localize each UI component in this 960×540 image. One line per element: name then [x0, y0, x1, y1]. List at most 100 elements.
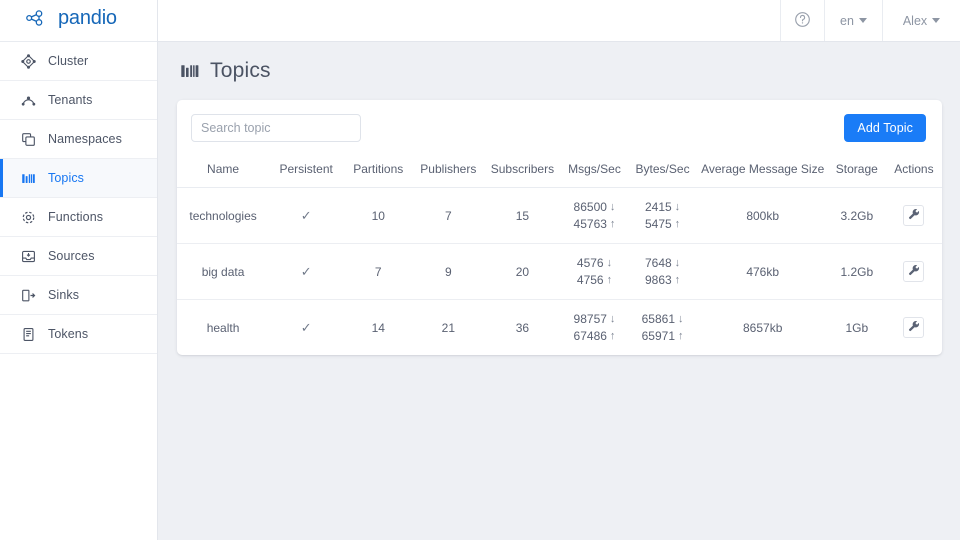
arrow-down-icon: ↓: [678, 312, 684, 325]
table-row[interactable]: big data ✓ 7 9 20 4576 ↓ 4756 ↑ 7648 ↓ 9…: [177, 243, 942, 300]
check-icon: ✓: [300, 207, 312, 223]
sidebar-item-cluster[interactable]: Cluster: [0, 42, 157, 81]
column-header-bytes-sec: Bytes/Sec: [627, 156, 698, 188]
msgs-in: 86500 ↓: [573, 200, 616, 214]
msgs-out: 4756 ↑: [576, 273, 613, 287]
sidebar-item-label: Cluster: [48, 54, 89, 68]
bytes-in: 2415 ↓: [644, 200, 681, 214]
pandio-node-graph-logo-icon: [26, 10, 52, 31]
cluster-icon: [20, 53, 37, 70]
column-header-name: Name: [177, 156, 270, 188]
row-settings-button[interactable]: [903, 261, 925, 282]
cell-bytes-sec: 7648 ↓ 9863 ↑: [627, 243, 698, 300]
cell-name: big data: [177, 243, 270, 300]
chevron-down-icon: [932, 18, 941, 23]
arrow-up-icon: ↑: [609, 217, 616, 230]
app-root: pandio Cluster Tenants Namespaces Topics…: [0, 0, 960, 540]
wrench-icon: [908, 264, 920, 279]
bytes-out: 65971 ↑: [641, 329, 684, 343]
arrow-up-icon: ↑: [678, 329, 684, 342]
row-settings-button[interactable]: [903, 317, 925, 338]
cell-publishers: 21: [441, 320, 455, 335]
tokens-icon: [20, 326, 37, 343]
sidebar-item-sources[interactable]: Sources: [0, 237, 157, 276]
search-input[interactable]: [191, 114, 361, 142]
add-topic-button[interactable]: Add Topic: [844, 114, 926, 142]
check-icon: ✓: [300, 263, 312, 279]
user-name: Alex: [902, 13, 928, 28]
table-row[interactable]: technologies ✓ 10 7 15 86500 ↓ 45763 ↑ 2…: [177, 187, 942, 244]
topbar: en Alex: [158, 0, 960, 42]
cell-actions: [886, 300, 942, 356]
language-value: en: [840, 13, 854, 28]
sidebar-item-label: Tokens: [48, 327, 89, 341]
sidebar-item-label: Functions: [48, 210, 104, 224]
bytes-in: 65861 ↓: [641, 312, 684, 326]
page-title: Topics: [210, 59, 271, 82]
help-circle-icon: [794, 11, 811, 31]
cell-storage: 1Gb: [845, 320, 869, 335]
cell-subscribers: 36: [515, 320, 530, 335]
cell-persistent: ✓: [269, 243, 344, 300]
cell-avg-message-size: 8657kb: [743, 320, 783, 335]
sidebar-item-functions[interactable]: Functions: [0, 198, 157, 237]
wrench-icon: [908, 320, 920, 335]
bytes-out: 9863 ↑: [644, 273, 681, 287]
column-header-publishers: Publishers: [413, 156, 484, 188]
help-button[interactable]: [780, 0, 824, 41]
sidebar-item-tokens[interactable]: Tokens: [0, 315, 157, 354]
cell-partitions: 10: [343, 187, 414, 244]
cell-actions: [885, 243, 942, 300]
content-area: Topics Add Topic Name: [158, 42, 960, 540]
svg-text:pandio: pandio: [58, 7, 117, 29]
column-header-partitions: Partitions: [343, 156, 414, 188]
sidebar-item-sinks[interactable]: Sinks: [0, 276, 157, 315]
sidebar-item-label: Sources: [48, 249, 95, 263]
sidebar-item-namespaces[interactable]: Namespaces: [0, 120, 157, 159]
sidebar-item-label: Topics: [48, 171, 85, 185]
namespaces-icon: [20, 131, 37, 148]
topics-card: Add Topic Name Persistent Partitions: [177, 100, 942, 355]
table-row[interactable]: health ✓ 14 21 36 98757 ↓ 67486 ↑ 65861 …: [177, 300, 942, 356]
arrow-up-icon: ↑: [674, 217, 681, 230]
cell-publishers: 9: [413, 243, 484, 300]
cell-actions: [885, 187, 942, 244]
sinks-icon: [20, 287, 37, 304]
arrow-down-icon: ↓: [674, 200, 681, 213]
sources-icon: [20, 248, 37, 265]
row-settings-button[interactable]: [903, 205, 925, 226]
topics-icon: [20, 170, 37, 187]
column-header-actions: Actions: [885, 156, 942, 188]
sidebar-item-topics[interactable]: Topics: [0, 159, 157, 198]
sidebar-nav: Cluster Tenants Namespaces Topics Functi…: [0, 42, 157, 354]
language-selector[interactable]: en: [824, 0, 882, 41]
cell-partitions: 7: [343, 243, 414, 300]
cell-msgs-sec: 4576 ↓ 4756 ↑: [561, 243, 628, 300]
chevron-down-icon: [858, 18, 867, 23]
cell-persistent: ✓: [269, 187, 344, 244]
user-menu[interactable]: Alex: [882, 0, 960, 41]
topics-bar-icon: [180, 61, 200, 81]
card-toolbar: Add Topic: [177, 100, 942, 156]
check-icon: ✓: [300, 319, 312, 335]
sidebar-item-label: Tenants: [48, 93, 93, 107]
bytes-out: 5475 ↑: [644, 217, 681, 231]
topics-table: Name Persistent Partitions Publishers Su…: [177, 156, 942, 355]
cell-persistent: ✓: [269, 300, 343, 356]
cell-partitions: 14: [371, 320, 385, 335]
main-area: en Alex Topics Search topic Add Topic Na…: [158, 0, 960, 540]
arrow-up-icon: ↑: [609, 329, 616, 342]
arrow-up-icon: ↑: [606, 273, 613, 286]
brand-logo[interactable]: pandio: [0, 0, 157, 42]
cell-subscribers: 20: [483, 243, 562, 300]
sidebar-item-tenants[interactable]: Tenants: [0, 81, 157, 120]
cell-publishers: 7: [413, 187, 484, 244]
msgs-in: 4576 ↓: [576, 256, 613, 270]
column-header-storage: Storage: [827, 156, 886, 188]
msgs-out: 45763 ↑: [573, 217, 616, 231]
arrow-down-icon: ↓: [606, 256, 613, 269]
tenants-icon: [20, 92, 37, 109]
cell-avg-message-size: 800kb: [697, 187, 828, 244]
cell-msgs-sec: 86500 ↓ 45763 ↑: [561, 187, 628, 244]
msgs-in: 98757 ↓: [573, 312, 616, 326]
